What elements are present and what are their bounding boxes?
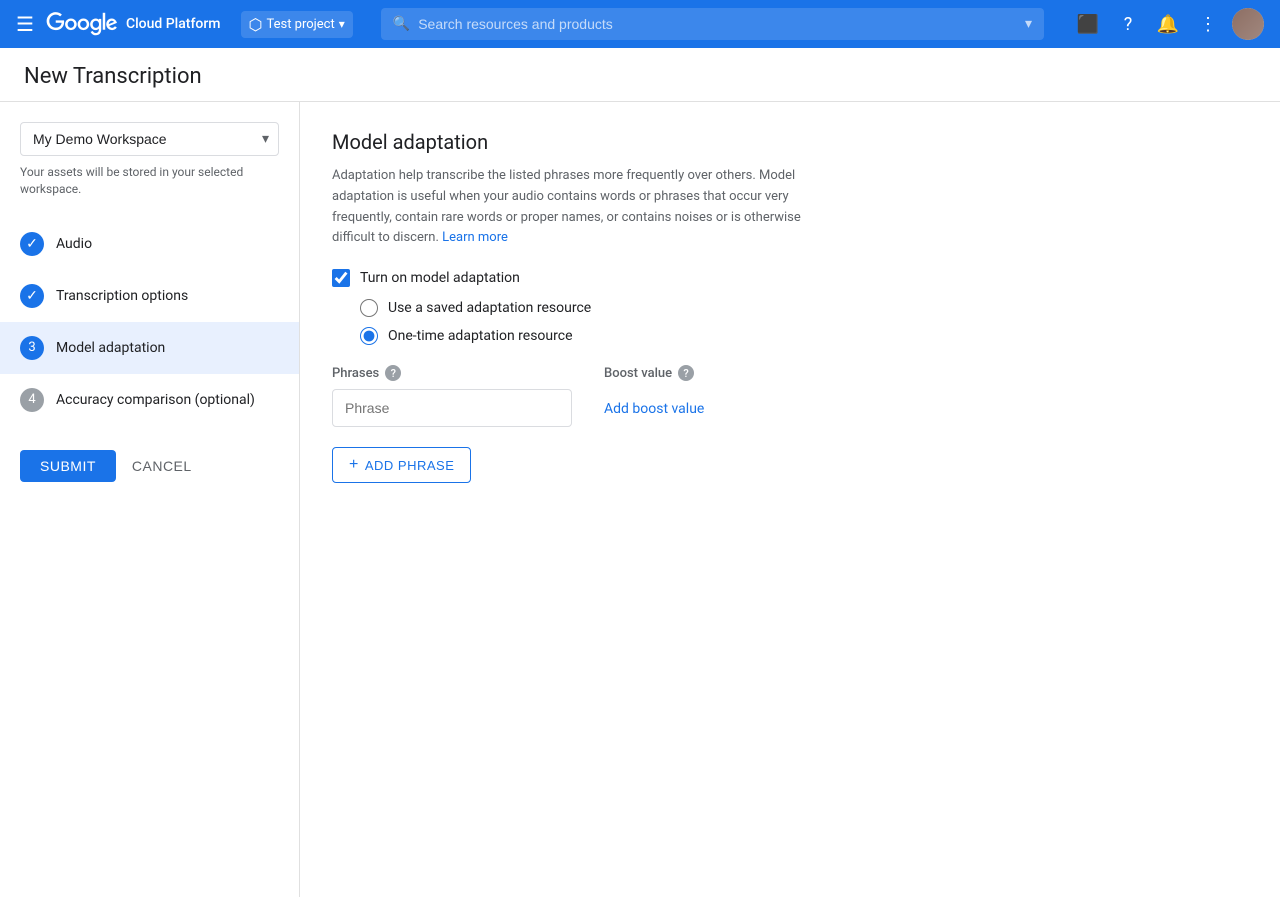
sidebar-step-label-audio: Audio [56, 236, 92, 252]
step-number-3: 3 [20, 336, 44, 360]
hamburger-menu-icon[interactable]: ☰ [16, 12, 34, 36]
brand-gcp-label: Cloud Platform [126, 16, 221, 32]
sidebar: My Demo Workspace ▾ Your assets will be … [0, 102, 300, 897]
top-nav: ☰ Cloud Platform ⬡ Test project ▾ 🔍 ▾ ⬛ … [0, 0, 1280, 48]
brand-logo: Cloud Platform [46, 12, 221, 36]
sidebar-item-model-adaptation[interactable]: 3 Model adaptation [0, 322, 299, 374]
add-phrase-plus-icon: + [349, 456, 359, 474]
page-title: New Transcription [24, 64, 202, 89]
section-description: Adaptation help transcribe the listed ph… [332, 166, 812, 249]
project-name: Test project [266, 17, 334, 32]
sidebar-item-audio[interactable]: ✓ Audio [0, 218, 299, 270]
sidebar-item-accuracy-comparison[interactable]: 4 Accuracy comparison (optional) [0, 374, 299, 426]
phrases-help-icon[interactable]: ? [385, 365, 401, 381]
onetime-resource-label[interactable]: One-time adaptation resource [388, 328, 573, 344]
content-area: Model adaptation Adaptation help transcr… [300, 102, 1280, 897]
cloud-shell-icon[interactable]: ⬛ [1072, 8, 1104, 40]
chevron-down-icon: ▾ [339, 17, 345, 31]
avatar[interactable] [1232, 8, 1264, 40]
add-boost-value-link[interactable]: Add boost value [604, 389, 704, 417]
boost-help-icon[interactable]: ? [678, 365, 694, 381]
workspace-selector[interactable]: My Demo Workspace ▾ [20, 122, 279, 156]
saved-resource-row: Use a saved adaptation resource [360, 299, 1248, 317]
workspace-hint: Your assets will be stored in your selec… [20, 164, 279, 198]
notifications-icon[interactable]: 🔔 [1152, 8, 1184, 40]
resource-options: Use a saved adaptation resource One-time… [360, 299, 1248, 345]
sidebar-item-transcription-options[interactable]: ✓ Transcription options [0, 270, 299, 322]
phrases-column-header: Phrases ? [332, 365, 572, 381]
step-number-4: 4 [20, 388, 44, 412]
page-header: New Transcription [0, 48, 1280, 102]
main-layout: My Demo Workspace ▾ Your assets will be … [0, 102, 1280, 897]
google-logo-icon [46, 12, 118, 36]
boost-column: Boost value ? Add boost value [604, 365, 704, 427]
search-icon: 🔍 [393, 16, 410, 32]
turn-on-adaptation-checkbox[interactable] [332, 269, 350, 287]
boost-column-header: Boost value ? [604, 365, 704, 381]
onetime-resource-row: One-time adaptation resource [360, 327, 1248, 345]
learn-more-link[interactable]: Learn more [442, 230, 508, 245]
section-title: Model adaptation [332, 130, 1248, 154]
phrase-input[interactable] [332, 389, 572, 427]
sidebar-step-label-adaptation: Model adaptation [56, 340, 165, 356]
saved-resource-label[interactable]: Use a saved adaptation resource [388, 300, 591, 316]
search-bar[interactable]: 🔍 ▾ [381, 8, 1044, 40]
turn-on-adaptation-label[interactable]: Turn on model adaptation [360, 270, 520, 286]
step-check-icon-transcription: ✓ [20, 284, 44, 308]
nav-icons: ⬛ ? 🔔 ⋮ [1072, 8, 1264, 40]
cancel-button[interactable]: CANCEL [132, 458, 192, 474]
sidebar-step-label-transcription: Transcription options [56, 288, 188, 304]
submit-button[interactable]: SUBMIT [20, 450, 116, 482]
add-phrase-label: ADD PHRASE [365, 458, 455, 473]
sidebar-step-label-accuracy: Accuracy comparison (optional) [56, 392, 255, 408]
step-check-icon-audio: ✓ [20, 232, 44, 256]
search-input[interactable] [418, 16, 1017, 32]
add-phrase-button[interactable]: + ADD PHRASE [332, 447, 471, 483]
help-icon[interactable]: ? [1112, 8, 1144, 40]
onetime-resource-radio[interactable] [360, 327, 378, 345]
search-dropdown-icon[interactable]: ▾ [1025, 16, 1032, 32]
turn-on-adaptation-row: Turn on model adaptation [332, 269, 1248, 287]
project-selector[interactable]: ⬡ Test project ▾ [241, 11, 353, 38]
more-options-icon[interactable]: ⋮ [1192, 8, 1224, 40]
saved-resource-radio[interactable] [360, 299, 378, 317]
project-icon: ⬡ [249, 15, 263, 34]
phrases-column: Phrases ? [332, 365, 572, 427]
phrases-section: Phrases ? Boost value ? Add boost value [332, 365, 1248, 427]
workspace-dropdown[interactable]: My Demo Workspace [20, 122, 279, 156]
action-buttons: SUBMIT CANCEL [0, 434, 299, 498]
